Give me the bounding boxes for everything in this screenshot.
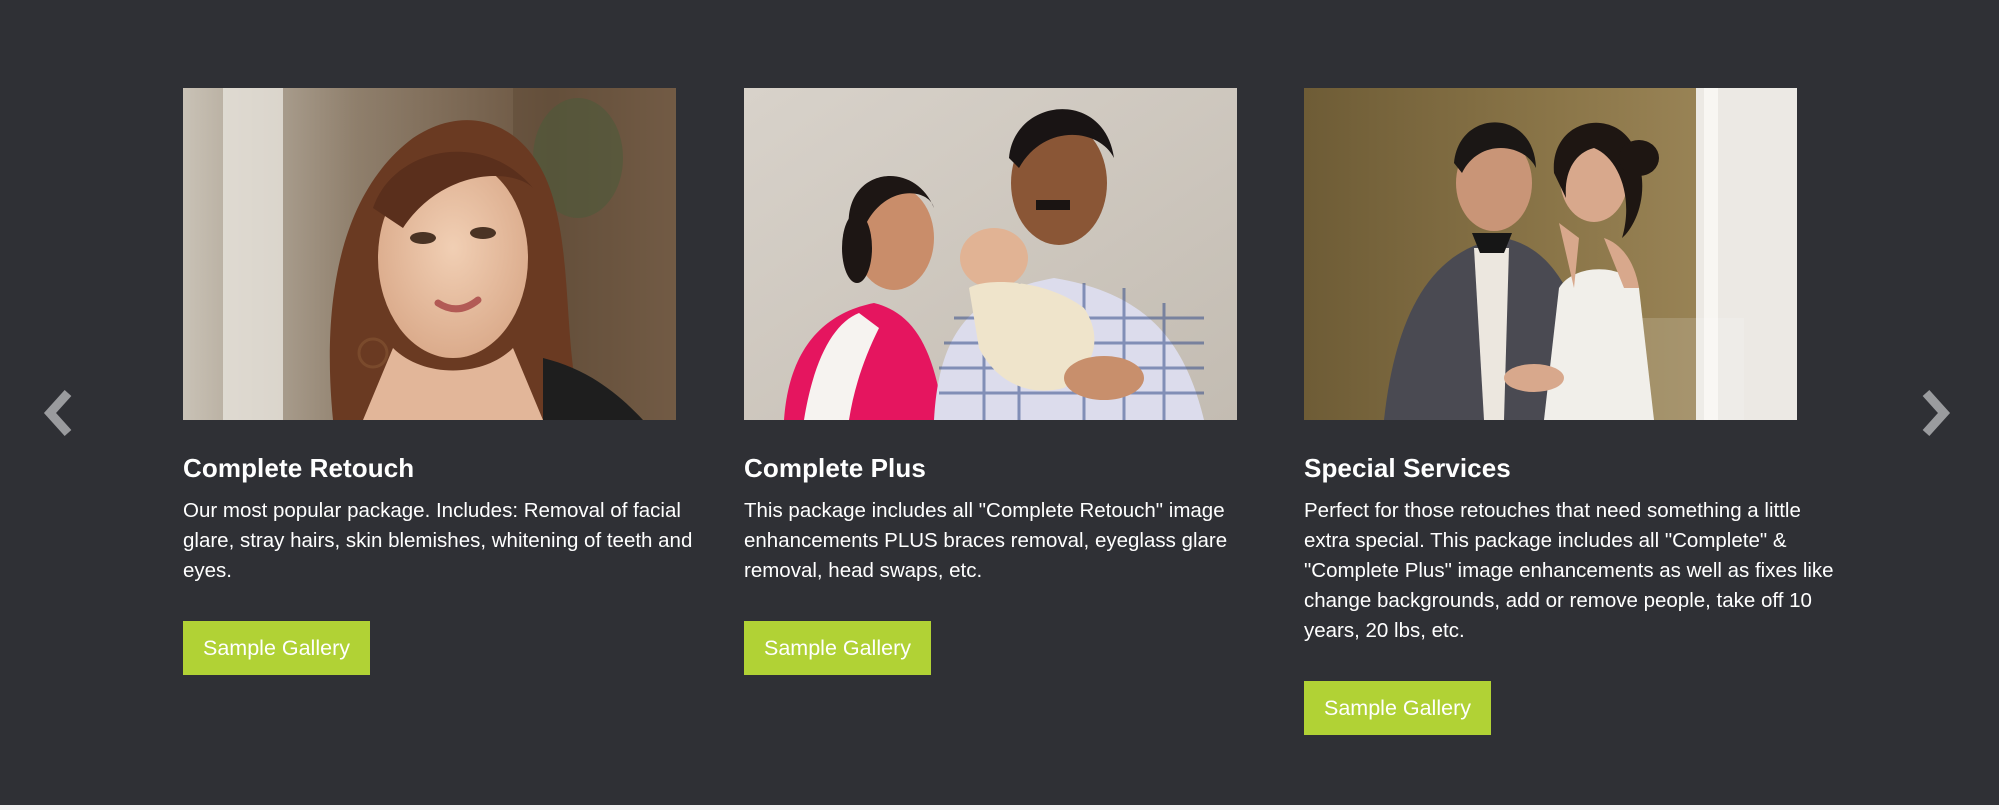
carousel-prev-button[interactable] — [36, 385, 86, 445]
card-title: Complete Plus — [744, 453, 926, 483]
card-description: Our most popular package. Includes: Remo… — [183, 499, 693, 582]
carousel-next-button[interactable] — [1912, 385, 1962, 445]
card-description: Perfect for those retouches that need so… — [1304, 499, 1834, 642]
chevron-left-icon — [43, 389, 72, 437]
wedding-couple-photo[interactable] — [1304, 88, 1797, 420]
service-card-complete-plus: Complete Plus This package includes all … — [744, 88, 1284, 675]
family-with-newborn-photo[interactable] — [744, 88, 1237, 420]
service-card-special-services: Special Services Perfect for those retou… — [1304, 88, 1844, 735]
chevron-right-icon — [1922, 389, 1951, 437]
sample-gallery-button[interactable]: Sample Gallery — [1304, 681, 1491, 735]
card-description: This package includes all "Complete Reto… — [744, 499, 1228, 582]
service-card-complete-retouch: Complete Retouch Our most popular packag… — [183, 88, 723, 675]
portrait-woman-photo[interactable] — [183, 88, 676, 420]
card-title: Special Services — [1304, 453, 1511, 483]
sample-gallery-button[interactable]: Sample Gallery — [183, 621, 370, 675]
card-title: Complete Retouch — [183, 453, 415, 483]
page-bottom-edge — [0, 805, 1999, 810]
sample-gallery-button[interactable]: Sample Gallery — [744, 621, 931, 675]
